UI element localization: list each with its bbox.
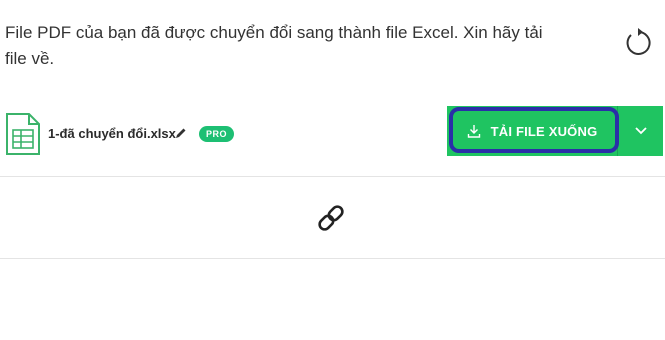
conversion-message: File PDF của bạn đã được chuyển đổi sang…: [5, 23, 543, 68]
download-button-group: TẢI FILE XUỐNG: [447, 106, 663, 156]
download-icon: [467, 124, 481, 138]
restart-icon: [626, 28, 651, 55]
divider-bottom: [0, 258, 665, 259]
download-button[interactable]: TẢI FILE XUỐNG: [447, 106, 619, 156]
divider-top: [0, 176, 665, 177]
converted-file-row: 1-đã chuyển đổi.xlsx PRO TẢI FILE XUỐNG: [0, 104, 665, 160]
pencil-icon[interactable]: [174, 126, 188, 140]
download-button-label: TẢI FILE XUỐNG: [490, 123, 598, 139]
file-name: 1-đã chuyển đổi.xlsx: [48, 126, 176, 141]
download-options-dropdown[interactable]: [617, 106, 663, 156]
chevron-down-icon: [634, 127, 647, 135]
spreadsheet-file-icon: [6, 113, 40, 155]
pro-badge: PRO: [199, 126, 235, 142]
restart-button[interactable]: [620, 25, 656, 61]
link-icon[interactable]: [313, 200, 349, 236]
